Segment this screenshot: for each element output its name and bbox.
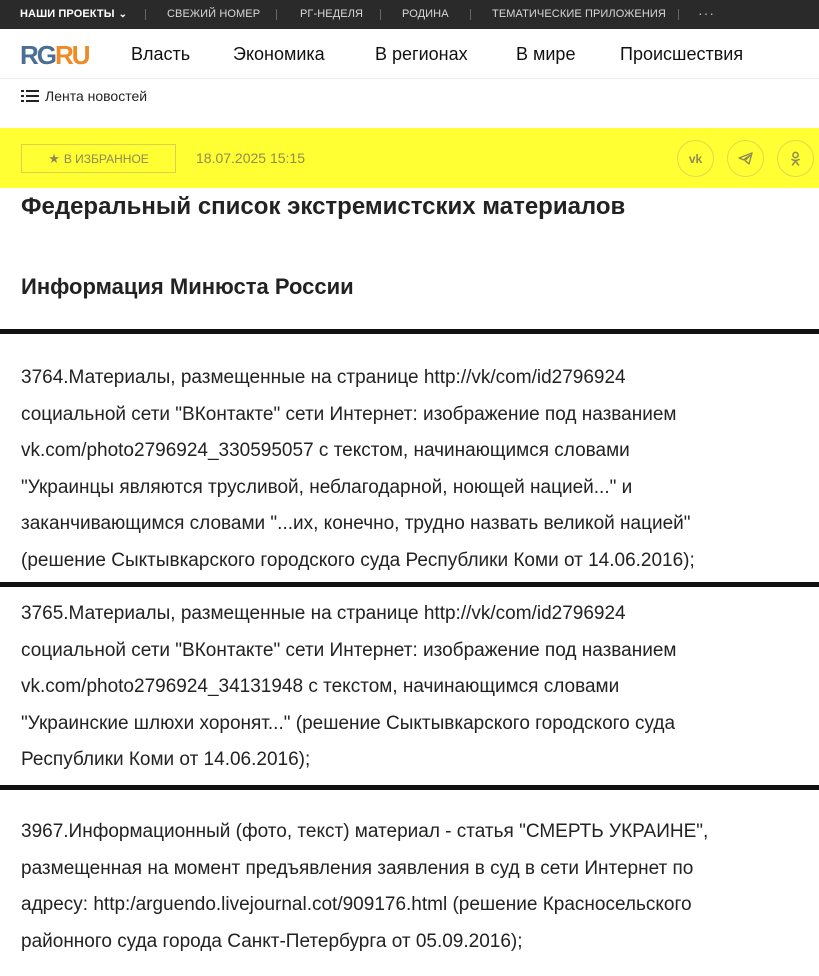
nav-economy[interactable]: Экономика [233, 44, 325, 65]
nav-regions[interactable]: В регионах [375, 44, 468, 65]
odnoklassniki-icon [791, 151, 800, 166]
publish-datetime: 18.07.2025 15:15 [196, 150, 305, 166]
logo-rg: RG [20, 40, 57, 70]
add-to-favorites-button[interactable]: ★ В ИЗБРАННОЕ [21, 144, 176, 173]
favorites-label: В ИЗБРАННОЕ [63, 151, 149, 166]
list-item: 3765.Материалы, размещенные на странице … [21, 603, 677, 770]
divider [0, 582, 819, 587]
divider [678, 9, 679, 20]
star-icon: ★ [48, 150, 60, 166]
divider [276, 9, 277, 20]
article-subtitle: Информация Минюста России [21, 274, 354, 299]
main-navigation: RGRU Власть Экономика В регионах В мире … [0, 29, 819, 79]
nav-world[interactable]: В мире [516, 44, 575, 65]
nav-incidents[interactable]: Происшествия [620, 44, 743, 65]
divider [380, 9, 381, 20]
vk-icon: vk [688, 151, 703, 166]
news-feed-label: Лента новостей [45, 88, 148, 104]
link-rg-week[interactable]: РГ-НЕДЕЛЯ [300, 8, 363, 20]
odnoklassniki-share-button[interactable] [777, 140, 814, 177]
article-action-bar: ★ В ИЗБРАННОЕ 18.07.2025 15:15 vk [0, 128, 819, 188]
nav-politics[interactable]: Власть [131, 44, 190, 65]
divider [0, 329, 819, 334]
news-feed-link[interactable]: Лента новостей [21, 88, 147, 104]
link-thematic-supplements[interactable]: ТЕМАТИЧЕСКИЕ ПРИЛОЖЕНИЯ [492, 8, 666, 20]
link-fresh-issue[interactable]: СВЕЖИЙ НОМЕР [167, 8, 260, 20]
more-icon[interactable]: ··· [698, 5, 715, 21]
list-item: 3967.Информационный (фото, текст) матери… [21, 821, 709, 952]
top-projects-bar: НАШИ ПРОЕКТЫ ⌄ СВЕЖИЙ НОМЕР РГ-НЕДЕЛЯ РО… [0, 0, 819, 29]
news-feed-row: Лента новостей [0, 80, 819, 114]
divider [470, 9, 471, 20]
article-title: Федеральный список экстремистских матери… [21, 193, 626, 220]
our-projects-dropdown[interactable]: НАШИ ПРОЕКТЫ ⌄ [20, 8, 127, 20]
divider [0, 785, 819, 790]
telegram-share-button[interactable] [727, 140, 764, 177]
telegram-icon [738, 152, 753, 165]
logo-ru: RU [55, 40, 91, 70]
our-projects-label: НАШИ ПРОЕКТЫ [20, 8, 115, 20]
list-item: 3764.Материалы, размещенные на странице … [21, 367, 695, 571]
chevron-down-icon: ⌄ [118, 8, 128, 20]
vk-share-button[interactable]: vk [677, 140, 714, 177]
list-icon [21, 89, 39, 103]
divider [145, 9, 146, 20]
link-rodina[interactable]: РОДИНА [402, 8, 449, 20]
rgru-logo[interactable]: RGRU [20, 40, 91, 70]
